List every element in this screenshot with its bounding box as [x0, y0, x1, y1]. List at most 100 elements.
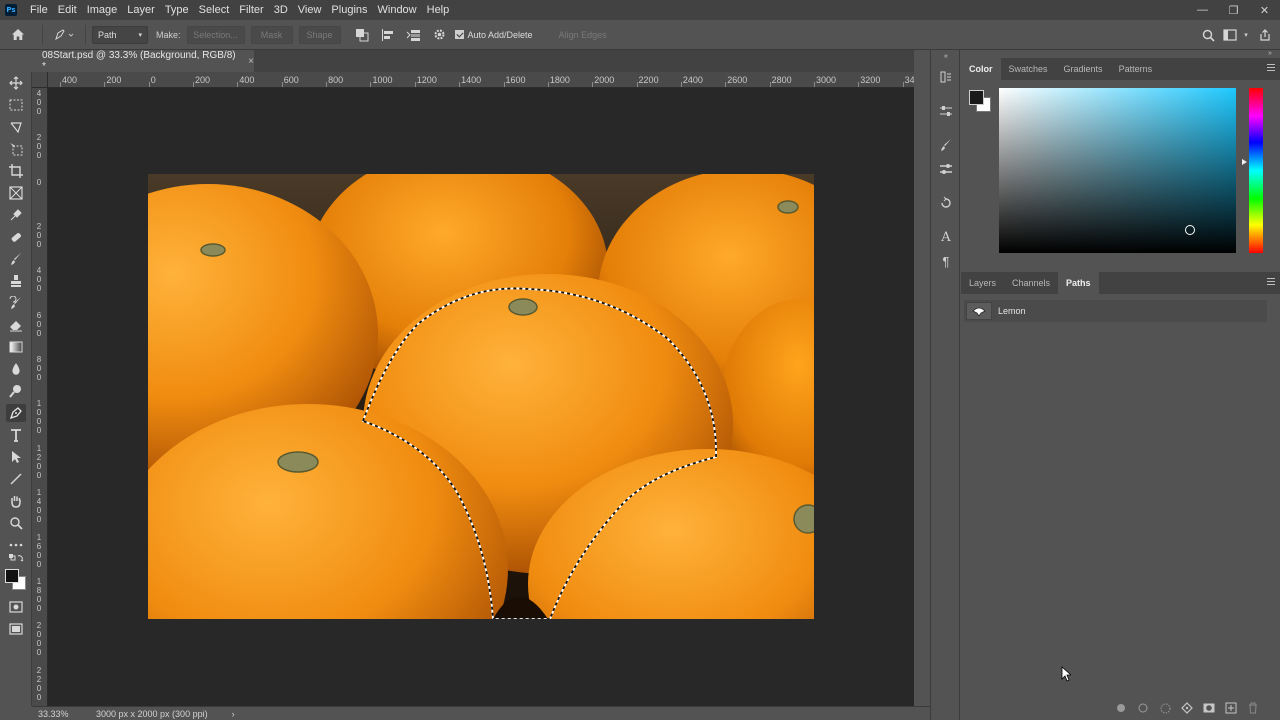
hand-tool-icon[interactable]	[6, 492, 26, 510]
swap-colors-icon[interactable]	[6, 552, 26, 564]
document-tab[interactable]: 08Start.psd @ 33.3% (Background, RGB/8) …	[32, 50, 254, 72]
pen-tool-icon[interactable]	[6, 404, 26, 422]
menu-select[interactable]: Select	[194, 0, 235, 20]
clone-source-icon[interactable]	[937, 194, 955, 212]
blur-tool-icon[interactable]	[6, 360, 26, 378]
eraser-tool-icon[interactable]	[6, 316, 26, 334]
ruler-digit: 0	[36, 408, 42, 418]
add-mask-icon[interactable]	[1198, 700, 1220, 716]
brush-settings-icon[interactable]	[937, 136, 955, 154]
foreground-color-swatch[interactable]	[5, 569, 19, 583]
document-canvas-image[interactable]	[148, 174, 814, 619]
ruler-digit: 0	[36, 417, 42, 427]
tab-swatches[interactable]: Swatches	[1001, 58, 1056, 80]
make-mask-button[interactable]: Mask	[250, 25, 293, 44]
brush-tool-icon[interactable]	[6, 250, 26, 268]
spot-healing-brush-tool-icon[interactable]	[6, 228, 26, 246]
restore-button[interactable]: ❐	[1218, 0, 1249, 20]
zoom-tool-icon[interactable]	[6, 514, 26, 532]
gradient-tool-icon[interactable]	[6, 338, 26, 356]
menu-filter[interactable]: Filter	[234, 0, 268, 20]
path-operations-icon[interactable]	[349, 20, 375, 50]
menu-window[interactable]: Window	[373, 0, 422, 20]
panel-menu-icon[interactable]	[1267, 278, 1275, 286]
menu-layer[interactable]: Layer	[122, 0, 160, 20]
path-item[interactable]: Lemon	[964, 300, 1267, 322]
quick-mask-icon[interactable]	[6, 598, 26, 616]
character-panel-icon[interactable]: A	[937, 228, 955, 246]
menu-3d[interactable]: 3D	[269, 0, 293, 20]
close-window-button[interactable]: ✕	[1249, 0, 1280, 20]
home-icon[interactable]	[0, 20, 36, 50]
zoom-level[interactable]: 33.33%	[32, 709, 80, 719]
history-brush-tool-icon[interactable]	[6, 294, 26, 312]
ruler-tick	[725, 82, 727, 87]
make-work-path-icon[interactable]	[1176, 700, 1198, 716]
path-selection-tool-icon[interactable]	[6, 448, 26, 466]
minimize-button[interactable]: —	[1187, 0, 1218, 20]
delete-path-icon[interactable]	[1242, 700, 1264, 716]
path-arrangement-icon[interactable]	[401, 20, 427, 50]
crop-tool-icon[interactable]	[6, 162, 26, 180]
pen-tool-preset-icon[interactable]	[49, 20, 79, 50]
collapse-icon[interactable]: «	[937, 52, 955, 60]
ruler-digit: 0	[36, 461, 42, 471]
paragraph-panel-icon[interactable]: ¶	[937, 252, 955, 270]
hue-slider[interactable]	[1249, 88, 1263, 253]
ruler-tick	[636, 82, 638, 87]
close-icon[interactable]: ×	[248, 56, 254, 67]
hue-slider-marker[interactable]	[1242, 159, 1247, 165]
properties-panel-icon[interactable]	[937, 160, 955, 178]
vertical-ruler[interactable]: 4002000200400600800100012001400160018002…	[32, 88, 48, 706]
status-arrow-icon[interactable]: ›	[232, 709, 235, 719]
menu-image[interactable]: Image	[82, 0, 123, 20]
make-selection-button[interactable]: Selection...	[186, 25, 245, 44]
tab-paths[interactable]: Paths	[1058, 272, 1099, 294]
stroke-path-icon[interactable]	[1132, 700, 1154, 716]
dodge-tool-icon[interactable]	[6, 382, 26, 400]
menu-file[interactable]: File	[25, 0, 53, 20]
history-panel-icon[interactable]	[937, 68, 955, 86]
horizontal-ruler[interactable]: 400 200 0 200 400 600 800 1000 1200 1400 1600 1800 2…	[48, 72, 914, 88]
menu-plugins[interactable]: Plugins	[326, 0, 372, 20]
gear-icon[interactable]	[427, 20, 453, 50]
eyedropper-tool-icon[interactable]	[6, 206, 26, 224]
workspace-icon[interactable]	[1220, 27, 1240, 43]
panel-menu-icon[interactable]	[1267, 64, 1275, 72]
align-edges-checkbox[interactable]: Align Edges	[559, 30, 607, 40]
rectangular-marquee-tool-icon[interactable]	[6, 96, 26, 114]
tab-gradients[interactable]: Gradients	[1056, 58, 1111, 80]
object-selection-tool-icon[interactable]	[6, 140, 26, 158]
search-icon[interactable]	[1200, 27, 1216, 43]
tab-color[interactable]: Color	[961, 58, 1001, 80]
panel-foreground-swatch[interactable]	[969, 90, 984, 105]
path-alignment-icon[interactable]	[375, 20, 401, 50]
menu-view[interactable]: View	[293, 0, 327, 20]
menu-type[interactable]: Type	[160, 0, 194, 20]
share-icon[interactable]	[1256, 26, 1274, 44]
ruler-origin[interactable]	[32, 72, 48, 88]
frame-tool-icon[interactable]	[6, 184, 26, 202]
line-tool-icon[interactable]	[6, 470, 26, 488]
tab-patterns[interactable]: Patterns	[1111, 58, 1161, 80]
fill-path-icon[interactable]	[1110, 700, 1132, 716]
menu-help[interactable]: Help	[422, 0, 455, 20]
make-shape-button[interactable]: Shape	[298, 25, 341, 44]
type-tool-icon[interactable]	[6, 426, 26, 444]
tool-mode-dropdown[interactable]: Path ▾	[92, 25, 148, 44]
color-picker-field[interactable]	[999, 88, 1236, 253]
tab-layers[interactable]: Layers	[961, 272, 1004, 294]
lasso-tool-icon[interactable]	[6, 118, 26, 136]
move-tool-icon[interactable]	[6, 74, 26, 92]
canvas-scroll-strip[interactable]	[914, 72, 930, 706]
adjustments-panel-icon[interactable]	[937, 102, 955, 120]
create-new-path-icon[interactable]	[1220, 700, 1242, 716]
chevron-down-icon[interactable]: ▾	[1242, 27, 1250, 43]
load-path-as-selection-icon[interactable]	[1154, 700, 1176, 716]
clone-stamp-tool-icon[interactable]	[6, 272, 26, 290]
menu-edit[interactable]: Edit	[53, 0, 82, 20]
color-picker-cursor[interactable]	[1185, 225, 1195, 235]
auto-add-delete-checkbox[interactable]: Auto Add/Delete	[454, 30, 533, 40]
screen-mode-icon[interactable]	[6, 620, 26, 638]
tab-channels[interactable]: Channels	[1004, 272, 1058, 294]
